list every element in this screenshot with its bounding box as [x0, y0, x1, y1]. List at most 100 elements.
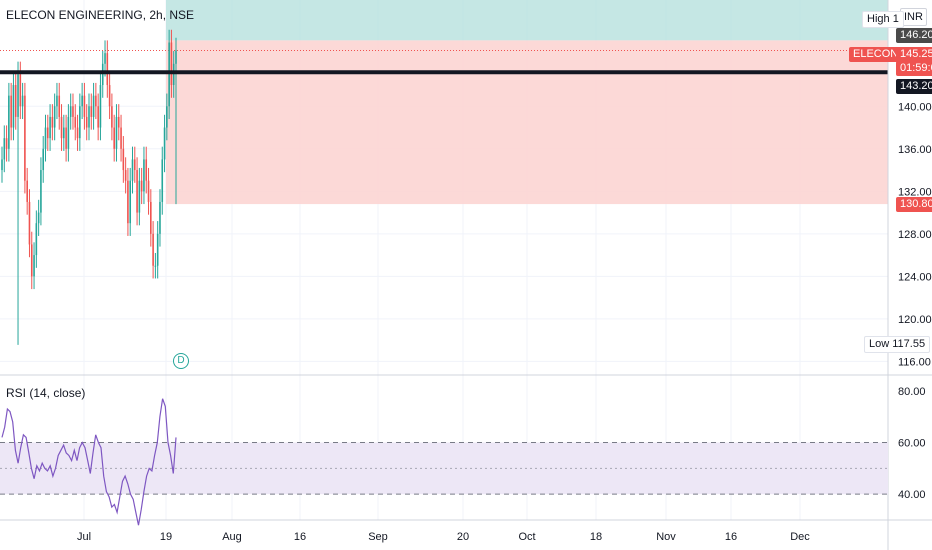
candle-body — [51, 116, 54, 128]
candle-body — [122, 148, 125, 171]
candle-body — [14, 85, 17, 117]
candle-body — [124, 170, 127, 181]
candle-body — [5, 138, 8, 149]
time-tick-label: Aug — [222, 531, 242, 543]
candle-body — [12, 85, 15, 128]
currency-badge[interactable]: INR — [900, 8, 927, 26]
candle-body — [28, 201, 31, 245]
candle-body — [10, 95, 12, 128]
low-label-tag: Low 117.55 — [864, 336, 931, 353]
candle-body — [138, 180, 141, 213]
candle-body — [33, 255, 35, 277]
candle-body — [106, 53, 109, 86]
countdown-tag: 01:59:01 — [896, 61, 932, 76]
profit-zone — [166, 0, 888, 41]
candle-body — [83, 95, 86, 117]
candle-body — [17, 74, 19, 117]
rsi-tick-label: 80.00 — [898, 386, 926, 398]
candle-body — [37, 212, 40, 224]
price-tick-label: 140.00 — [898, 101, 932, 113]
candle-body — [69, 106, 72, 117]
candle-body — [56, 95, 58, 107]
candle-body — [170, 42, 173, 86]
candle-body — [175, 50, 177, 64]
candle-body — [97, 106, 99, 128]
entry-price-tag: 143.20 — [896, 79, 932, 94]
price-tick-label: 124.00 — [898, 271, 932, 283]
price-tick-label: 128.00 — [898, 229, 932, 241]
candle-body — [120, 127, 122, 149]
time-tick-label: 16 — [294, 531, 306, 543]
candle-body — [58, 95, 61, 117]
candle-body — [117, 116, 120, 128]
chart-canvas[interactable]: 116.00120.00124.00128.00132.00136.00140.… — [0, 0, 932, 550]
time-tick-label: Oct — [518, 531, 535, 543]
last-price-tag: 145.25 — [896, 47, 932, 62]
candle-body — [79, 106, 81, 139]
candle-body — [88, 106, 90, 128]
dividend-badge[interactable]: D — [173, 353, 189, 369]
candle-body — [111, 106, 113, 128]
candle-body — [21, 95, 24, 107]
candle-body — [81, 95, 83, 107]
rsi-tick-label: 40.00 — [898, 489, 926, 501]
candle-body — [44, 127, 47, 149]
candle-body — [67, 116, 70, 149]
candle-body — [152, 233, 154, 266]
candle-body — [8, 95, 10, 149]
candle-body — [150, 201, 152, 234]
candle-body — [40, 170, 42, 213]
chart-title: ELECON ENGINEERING, 2h, NSE — [6, 8, 195, 22]
candle-body — [129, 180, 132, 224]
candle-body — [65, 127, 67, 149]
candle-body — [26, 180, 28, 202]
candle-body — [147, 180, 150, 202]
candle-body — [90, 106, 93, 117]
candle-body — [74, 116, 77, 128]
low-value: 117.55 — [892, 338, 926, 350]
candle-body — [1, 159, 3, 171]
candle-body — [19, 74, 22, 107]
candle-body — [63, 127, 65, 139]
high-value: 1 — [892, 13, 899, 25]
candle-body — [95, 95, 97, 107]
price-tick-label: 136.00 — [898, 144, 932, 156]
low-label: Low — [869, 338, 890, 350]
candle-body — [24, 95, 26, 181]
candle-body — [131, 159, 134, 181]
candle-body — [85, 116, 88, 128]
rsi-label: RSI (14, close) — [6, 386, 86, 400]
candle-body — [115, 116, 118, 149]
rsi-tick-label: 60.00 — [898, 438, 926, 450]
candle-body — [133, 159, 136, 171]
candle-body — [35, 223, 38, 256]
candle-body — [49, 116, 51, 139]
rsi-band — [0, 442, 888, 495]
candle-body — [3, 138, 6, 160]
candle-body — [166, 106, 168, 128]
time-tick-label: Sep — [368, 531, 388, 543]
candle-body — [92, 95, 95, 117]
candle-body — [145, 159, 148, 181]
candle-body — [60, 116, 63, 139]
loss-zone — [166, 40, 888, 205]
price-tick-label: 116.00 — [898, 356, 931, 368]
candle-body — [143, 159, 145, 192]
time-tick-label: Jul — [77, 531, 91, 543]
candle-body — [161, 159, 164, 202]
candle-body — [99, 85, 102, 128]
high-label-tag: High 1 — [862, 11, 904, 28]
candle-body — [72, 106, 74, 117]
candle-body — [76, 127, 79, 139]
symbol-tag: ELECON — [849, 47, 903, 62]
time-tick-label: 20 — [457, 531, 469, 543]
high-label: High — [867, 13, 890, 25]
candle-body — [172, 63, 175, 86]
candle-body — [108, 85, 111, 107]
time-tick-label: 16 — [725, 531, 737, 543]
candle-body — [113, 127, 115, 149]
stop-price-tag: 130.80 — [896, 197, 932, 212]
time-tick-label: 18 — [590, 531, 602, 543]
candle-body — [42, 148, 45, 171]
candle-body — [53, 106, 56, 128]
